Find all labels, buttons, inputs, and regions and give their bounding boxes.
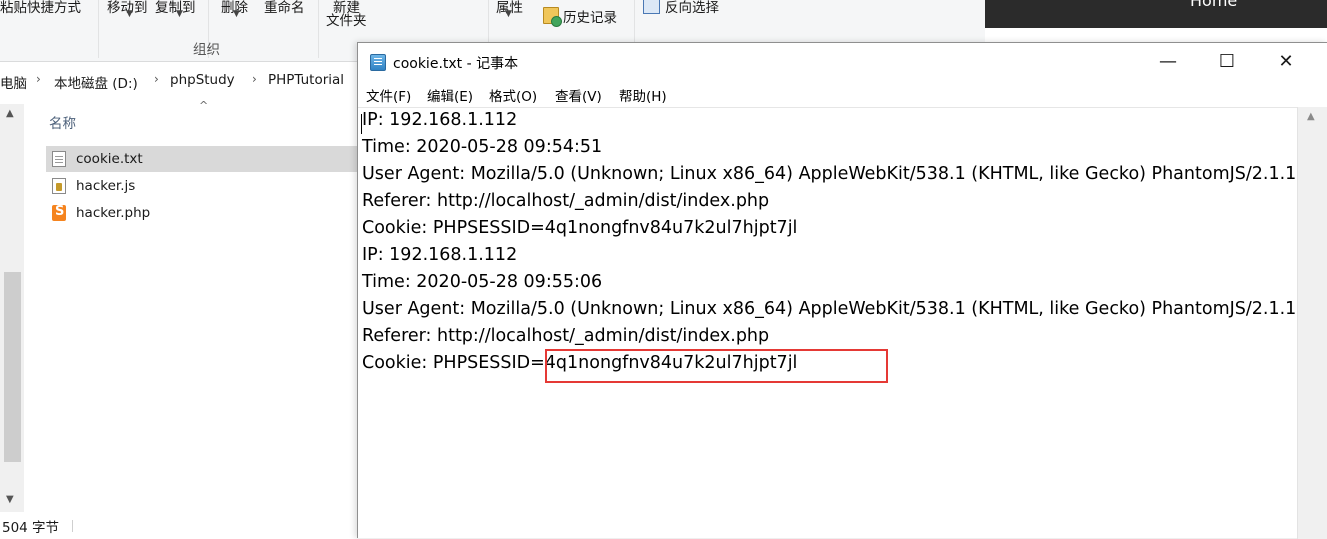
- text-line: User Agent: Mozilla/5.0 (Unknown; Linux …: [362, 299, 1297, 319]
- file-row-hacker-php[interactable]: hacker.php: [46, 200, 358, 226]
- paste-shortcut-button[interactable]: 粘贴快捷方式: [0, 0, 81, 16]
- js-file-icon: [52, 178, 66, 194]
- scroll-down-icon[interactable]: ▼: [6, 494, 14, 505]
- history-button[interactable]: 历史记录: [563, 6, 617, 26]
- chevron-right-icon[interactable]: ›: [36, 72, 41, 86]
- notepad-icon[interactable]: [370, 54, 386, 71]
- vertical-scrollbar[interactable]: ▲: [1297, 107, 1327, 539]
- highlight-annotation-box: [545, 349, 888, 383]
- column-header-name[interactable]: 名称: [49, 112, 76, 132]
- copy-to-caret-icon[interactable]: ▼: [176, 9, 183, 19]
- scroll-up-icon[interactable]: ▲: [6, 108, 14, 119]
- file-name: hacker.php: [76, 205, 151, 221]
- sort-ascending-icon[interactable]: ^: [199, 99, 208, 112]
- text-line: Referer: http://localhost/_admin/dist/in…: [362, 191, 770, 211]
- text-file-icon: [52, 151, 66, 167]
- properties-caret-icon[interactable]: ▼: [505, 9, 512, 19]
- home-link[interactable]: Home: [1190, 0, 1237, 10]
- file-row-hacker-js[interactable]: hacker.js: [46, 173, 358, 199]
- status-separator: [72, 520, 73, 532]
- status-bar: 504 字节: [0, 514, 358, 538]
- ribbon-separator: [318, 0, 319, 58]
- menu-bar: 文件(F) 编辑(E) 格式(O) 查看(V) 帮助(H): [358, 81, 1327, 107]
- menu-file[interactable]: 文件(F): [366, 85, 411, 105]
- ribbon-group-organize: 组织: [193, 42, 220, 58]
- file-list: ^ 名称 cookie.txt hacker.js hacker.php: [28, 99, 358, 512]
- file-name: cookie.txt: [76, 151, 143, 167]
- maximize-button[interactable]: ☐: [1198, 43, 1256, 81]
- close-button[interactable]: ✕: [1257, 43, 1315, 81]
- menu-edit[interactable]: 编辑(E): [427, 85, 473, 105]
- menu-help[interactable]: 帮助(H): [619, 85, 667, 105]
- selection-size: 504 字节: [2, 520, 60, 536]
- move-to-caret-icon[interactable]: ▼: [126, 9, 133, 19]
- text-line: Time: 2020-05-28 09:54:51: [362, 137, 603, 157]
- scroll-up-icon[interactable]: ▲: [1307, 111, 1315, 122]
- address-bar[interactable]: 电脑 › 本地磁盘 (D:) › phpStudy › PHPTutorial: [0, 68, 360, 94]
- window-title: cookie.txt - 记事本: [393, 56, 519, 72]
- breadcrumb-phptutorial[interactable]: PHPTutorial: [268, 72, 344, 88]
- file-row-cookie-txt[interactable]: cookie.txt: [46, 146, 358, 172]
- text-line: User Agent: Mozilla/5.0 (Unknown; Linux …: [362, 164, 1297, 184]
- breadcrumb-phpstudy[interactable]: phpStudy: [170, 72, 235, 88]
- ribbon-separator: [98, 0, 99, 58]
- sublime-file-icon: [52, 204, 66, 221]
- text-line: IP: 192.168.1.112: [362, 110, 518, 130]
- rename-button[interactable]: 重命名: [264, 0, 305, 16]
- chevron-right-icon[interactable]: ›: [252, 72, 257, 86]
- text-editor[interactable]: IP: 192.168.1.112 Time: 2020-05-28 09:54…: [358, 107, 1297, 539]
- browser-nav-bar: Home: [985, 0, 1327, 28]
- title-bar[interactable]: cookie.txt - 记事本 — ☐ ✕: [358, 43, 1327, 81]
- scrollbar-thumb[interactable]: [4, 272, 21, 462]
- minimize-button[interactable]: —: [1139, 43, 1197, 81]
- breadcrumb-computer[interactable]: 电脑: [0, 72, 27, 92]
- invert-selection-button[interactable]: 反向选择: [665, 0, 719, 16]
- breadcrumb-drive-d[interactable]: 本地磁盘 (D:): [54, 72, 138, 92]
- file-name: hacker.js: [76, 178, 136, 194]
- menu-format[interactable]: 格式(O): [489, 85, 537, 105]
- chevron-right-icon[interactable]: ›: [154, 72, 159, 86]
- text-line: Time: 2020-05-28 09:55:06: [362, 272, 603, 292]
- text-line: Cookie: PHPSESSID=4q1nongfnv84u7k2ul7hjp…: [362, 218, 798, 238]
- invert-selection-icon[interactable]: [643, 0, 660, 14]
- navigation-scrollbar[interactable]: ▲ ▼: [0, 104, 24, 512]
- text-line: IP: 192.168.1.112: [362, 245, 518, 265]
- new-folder-button-label[interactable]: 文件夹: [326, 9, 367, 29]
- text-line: Referer: http://localhost/_admin/dist/in…: [362, 326, 770, 346]
- menu-view[interactable]: 查看(V): [555, 85, 602, 105]
- notepad-window: cookie.txt - 记事本 — ☐ ✕ 文件(F) 编辑(E) 格式(O)…: [357, 42, 1327, 539]
- delete-caret-icon[interactable]: ▼: [233, 9, 240, 19]
- history-icon[interactable]: [543, 7, 562, 27]
